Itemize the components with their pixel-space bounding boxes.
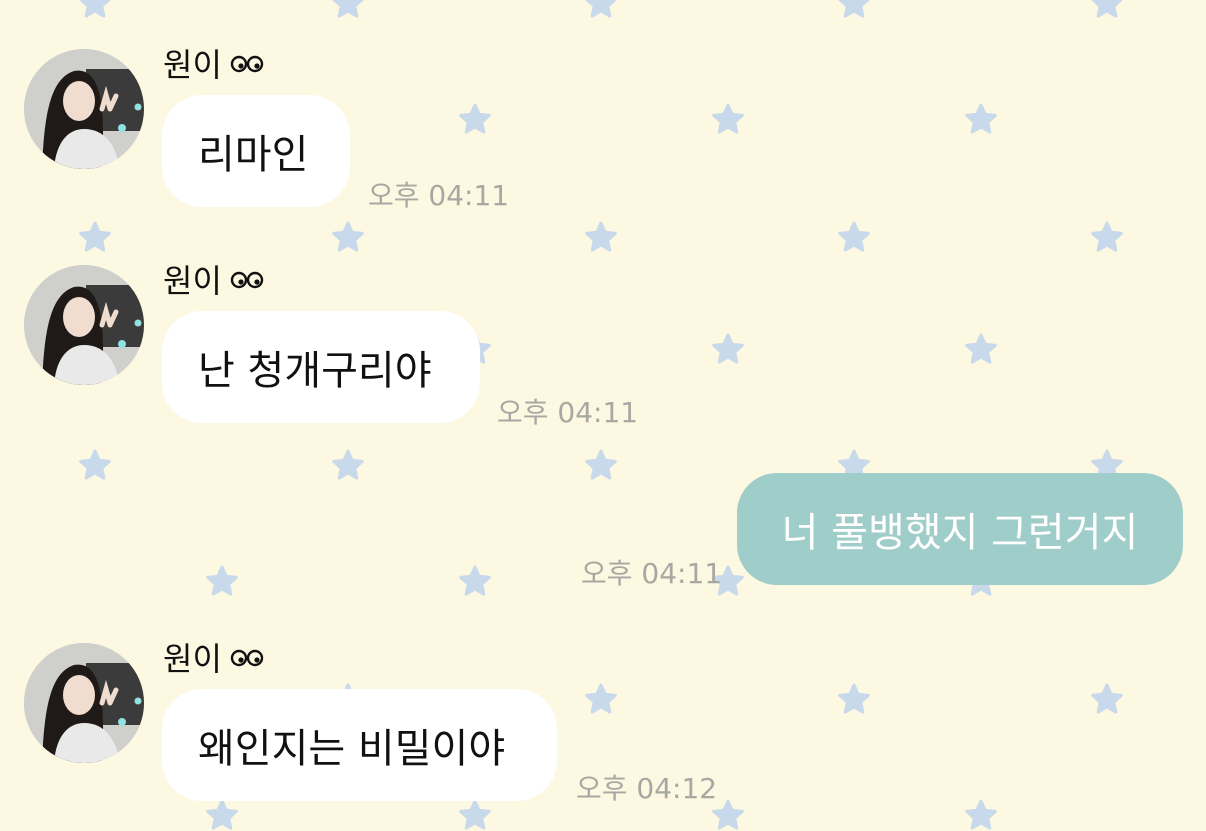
star-shape (712, 103, 744, 134)
sender-name: 원이 (163, 40, 264, 86)
sender-name: 원이 (163, 634, 264, 680)
avatar[interactable] (24, 643, 144, 763)
message-bubble[interactable]: 왜인지는 비밀이야 (162, 689, 557, 801)
star-shape (1091, 683, 1123, 714)
star-shape (965, 333, 997, 364)
star-shape (1091, 221, 1123, 252)
star-shape (965, 103, 997, 134)
star-shape (838, 221, 870, 252)
star-shape (1091, 0, 1123, 18)
star-shape (585, 0, 617, 18)
star-shape (206, 799, 238, 830)
message-bubble[interactable]: 리마인 (162, 95, 350, 207)
message-bubble[interactable]: 난 청개구리야 (162, 311, 480, 423)
sender-label: 원이 (163, 640, 222, 678)
star-shape (79, 449, 111, 480)
message-bubble[interactable]: 너 풀뱅했지 그런거지 (737, 473, 1183, 585)
sender-label: 원이 (163, 262, 222, 300)
eyes-icon (230, 55, 264, 73)
message-text: 리마인 (198, 132, 309, 178)
eyes-icon (230, 649, 264, 667)
message-text: 너 풀뱅했지 그런거지 (781, 510, 1139, 556)
sender-name: 원이 (163, 256, 264, 302)
message-timestamp: 오후 04:11 (581, 557, 723, 590)
message-timestamp: 오후 04:11 (497, 396, 639, 429)
star-shape (332, 0, 364, 18)
star-shape (712, 799, 744, 830)
star-shape (838, 0, 870, 18)
star-shape (965, 799, 997, 830)
star-shape (332, 449, 364, 480)
star-shape (459, 799, 491, 830)
star-shape (332, 221, 364, 252)
message-timestamp: 오후 04:12 (576, 772, 718, 805)
eyes-icon (230, 271, 264, 289)
star-shape (712, 333, 744, 364)
star-shape (585, 683, 617, 714)
message-text: 왜인지는 비밀이야 (198, 726, 506, 772)
star-shape (459, 103, 491, 134)
sender-label: 원이 (163, 46, 222, 84)
star-shape (585, 449, 617, 480)
message-text: 난 청개구리야 (198, 348, 432, 394)
star-shape (838, 683, 870, 714)
star-shape (585, 221, 617, 252)
avatar[interactable] (24, 265, 144, 385)
star-shape (459, 565, 491, 596)
avatar[interactable] (24, 49, 144, 169)
star-shape (79, 221, 111, 252)
star-shape (79, 0, 111, 18)
star-shape (206, 565, 238, 596)
message-timestamp: 오후 04:11 (368, 179, 510, 212)
